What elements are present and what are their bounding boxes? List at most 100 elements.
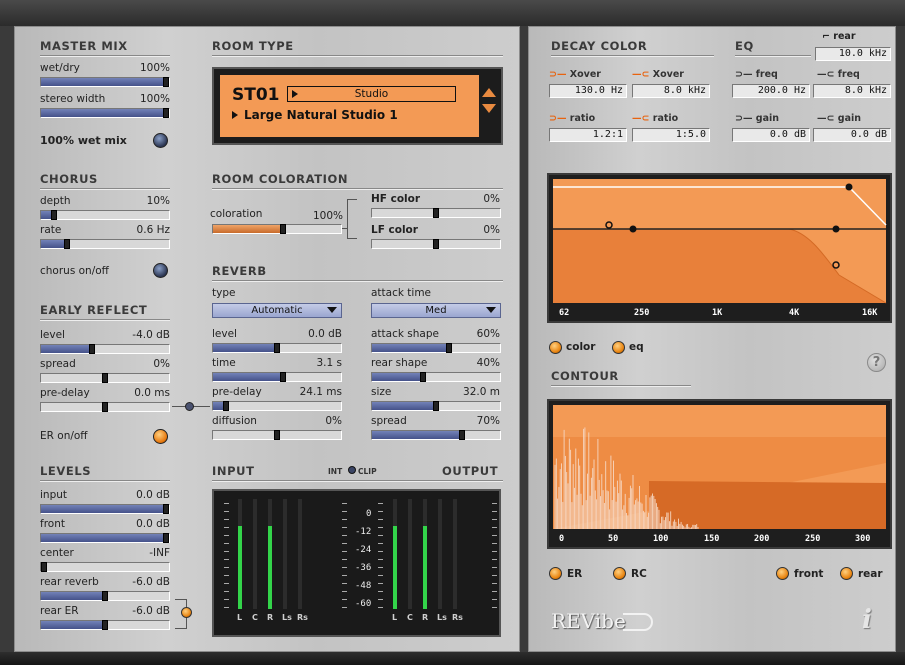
int-clip-toggle[interactable] [348,466,356,474]
chorus-title: CHORUS [40,172,98,186]
meter-tick [492,543,497,544]
rear-er-slider[interactable] [40,620,170,630]
lowshelf-icon: ⊃— [549,113,570,124]
front-radio[interactable] [776,567,789,580]
er-radio-label: ER [567,568,583,580]
rear-reverb-slider[interactable] [40,591,170,601]
room-category-selector[interactable]: Studio [287,86,456,102]
attack-time-dropdown[interactable]: Med [371,303,501,318]
reverb-predelay-slider[interactable] [212,401,342,411]
color-mode-radio[interactable] [549,341,562,354]
er-radio[interactable] [549,567,562,580]
reverb-time-value: 3.1 s [316,357,342,369]
er-predelay-slider[interactable] [40,402,170,412]
er-spread-slider[interactable] [40,373,170,383]
center-level-slider[interactable] [40,562,170,572]
low-gain-field[interactable]: 0.0 dB [732,128,810,142]
depth-value: 10% [146,195,170,207]
low-ratio-label: ⊃— ratio [549,113,595,124]
high-gain-field[interactable]: 0.0 dB [813,128,891,142]
size-slider[interactable] [371,401,501,411]
high-ratio-field[interactable]: 1:5.0 [632,128,710,142]
wet-mix-toggle[interactable] [153,133,168,148]
help-button[interactable]: ? [867,353,886,372]
decay-color-graph[interactable]: 62 250 1K 4K 16K [547,173,892,323]
high-freq-handle[interactable] [832,225,840,233]
revibe-plugin-window: MASTER MIX wet/dry 100% stereo width 100… [0,0,905,665]
early-reflect-title: EARLY REFLECT [40,303,148,317]
er-onoff-toggle[interactable] [153,429,168,444]
er-level-slider[interactable] [40,344,170,354]
front-level-label: front [40,518,65,530]
hf-color-label: HF color [371,193,421,205]
low-ratio-field[interactable]: 1.2:1 [549,128,627,142]
rear-shape-slider[interactable] [371,372,501,382]
meter-tick [224,511,229,512]
chorus-onoff-toggle[interactable] [153,263,168,278]
high-xover-label-text: Xover [652,69,684,80]
preset-down-icon[interactable] [482,104,496,113]
bottom-bar [0,652,905,665]
low-freq-field[interactable]: 200.0 Hz [732,84,810,98]
lf-color-slider[interactable] [371,239,501,249]
rear-reverb-label: rear reverb [40,576,99,588]
high-ratio-handle[interactable] [832,261,840,269]
reverb-type-dropdown[interactable]: Automatic [212,303,342,318]
coloration-label: coloration [210,208,263,220]
attack-shape-slider[interactable] [371,343,501,353]
input-level-slider[interactable] [40,504,170,514]
meter-tick [378,575,383,576]
depth-slider[interactable] [40,210,170,220]
high-xover-field[interactable]: 8.0 kHz [632,84,710,98]
low-xover-field[interactable]: 130.0 Hz [549,84,627,98]
rate-slider[interactable] [40,239,170,249]
rear-handle[interactable] [845,183,853,191]
clip-label: CLIP [358,467,377,476]
diffusion-label: diffusion [212,415,257,427]
er-level-value: -4.0 dB [132,329,170,341]
rear-radio[interactable] [840,567,853,580]
eq-mode-radio[interactable] [612,341,625,354]
meter-tick [342,503,347,504]
meter-tick [378,599,383,600]
high-xover-label: —⊂ Xover [632,69,684,80]
room-preset-name[interactable]: Large Natural Studio 1 [244,108,398,122]
contour-plot [553,405,886,529]
reverb-time-slider[interactable] [212,372,342,382]
preset-up-icon[interactable] [482,88,496,97]
coloration-bracket [347,199,357,239]
reverb-spread-slider[interactable] [371,430,501,440]
output-meter-r [423,526,427,609]
highshelf-icon: —⊂ [817,69,838,80]
highshelf-icon: —⊂ [817,113,838,124]
high-freq-field[interactable]: 8.0 kHz [813,84,891,98]
meter-tick [492,535,497,536]
high-ratio-label-text: ratio [652,113,679,124]
reverb-level-slider[interactable] [212,343,342,353]
rear-link-toggle[interactable] [181,607,192,618]
meter-tick [492,551,497,552]
meter-tick [224,575,229,576]
digidesign-logo-icon: i [862,605,872,635]
rc-radio[interactable] [613,567,626,580]
stereo-width-slider[interactable] [40,108,170,118]
low-xover-handle[interactable] [605,221,613,229]
front-level-slider[interactable] [40,533,170,543]
meter-tick [492,519,497,520]
diffusion-slider[interactable] [212,430,342,440]
wet-dry-slider[interactable] [40,77,170,87]
meter-tick [492,567,497,568]
coloration-slider[interactable] [212,224,342,234]
master-mix-title: MASTER MIX [40,39,128,53]
meter-tick [224,559,229,560]
predelay-link-toggle[interactable] [185,402,194,411]
reverb-level-label: level [212,328,237,340]
meter-tick [492,575,497,576]
low-ratio-label-text: ratio [569,113,596,124]
rear-freq-field[interactable]: 10.0 kHz [815,47,891,61]
wet-dry-value: 100% [139,62,170,74]
hf-color-slider[interactable] [371,208,501,218]
room-code: ST01 [232,85,280,105]
attack-time-value: Med [425,305,447,316]
low-freq-handle[interactable] [629,225,637,233]
